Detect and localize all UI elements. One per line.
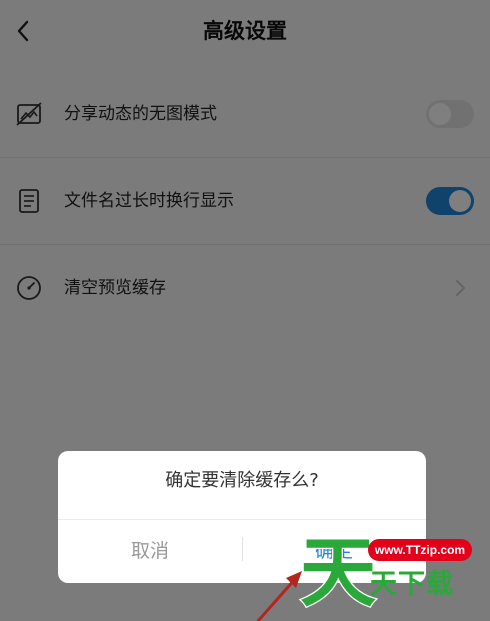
watermark-logo-glyph: 天 — [299, 527, 378, 615]
watermark-text: 天下载 — [370, 569, 454, 600]
dialog-message: 确定要清除缓存么? — [165, 470, 319, 491]
site-watermark: 天 www.TTzip.com 天下载 — [290, 525, 490, 621]
watermark-big-char: 天 — [300, 528, 376, 615]
watermark-url: www.TTzip.com — [368, 539, 472, 561]
cancel-button[interactable]: 取消 — [58, 520, 242, 583]
